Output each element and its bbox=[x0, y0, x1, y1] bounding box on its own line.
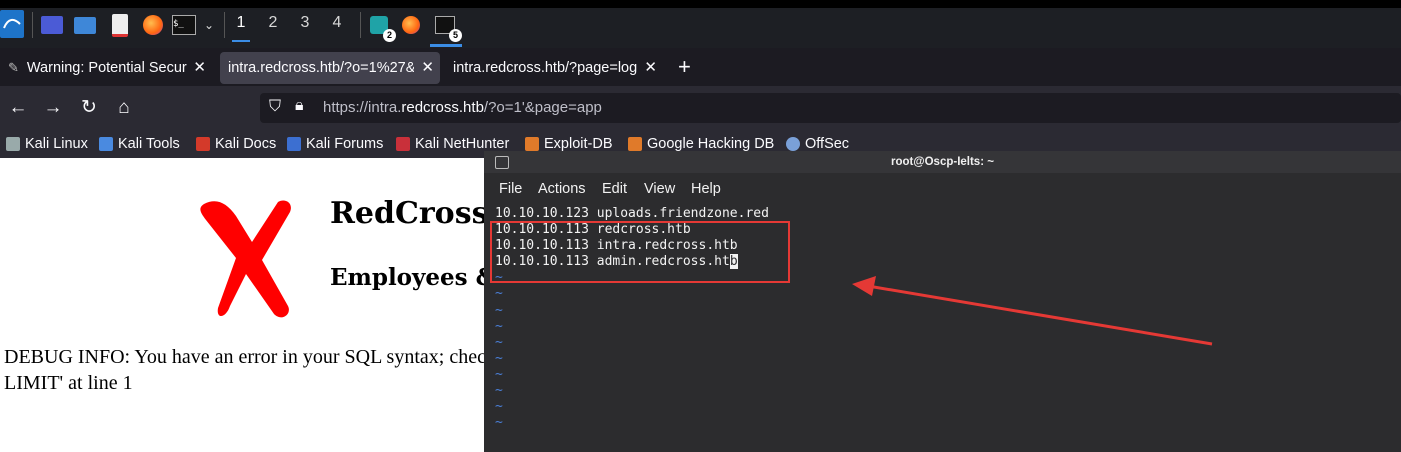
red-cross-logo bbox=[200, 200, 291, 318]
terminal-line: 10.10.10.123 uploads.friendzone.red bbox=[495, 206, 769, 221]
bookmark-label: OffSec bbox=[805, 136, 850, 152]
reload-button[interactable]: ↻ bbox=[77, 96, 101, 120]
annotation-arrow bbox=[852, 276, 1213, 346]
vim-empty-line-marker: ~ bbox=[495, 318, 503, 334]
exploit-db-icon bbox=[525, 137, 539, 151]
text-editor-icon[interactable] bbox=[107, 12, 133, 38]
menu-help[interactable]: Help bbox=[691, 181, 721, 197]
vim-empty-line-marker: ~ bbox=[495, 334, 503, 350]
annotation-highlight-box bbox=[490, 221, 790, 283]
kali-tools-icon bbox=[99, 137, 113, 151]
workspace-2[interactable]: 2 bbox=[262, 14, 284, 38]
window-count-badge: 5 bbox=[449, 29, 462, 42]
new-tab-button[interactable]: + bbox=[678, 54, 691, 80]
bookmark-kali-linux[interactable]: Kali Linux bbox=[6, 135, 88, 153]
tab-label: intra.redcross.htb/?o=1%27& bbox=[228, 60, 414, 76]
bookmark-label: Exploit-DB bbox=[544, 136, 613, 152]
vim-empty-line-marker: ~ bbox=[495, 366, 503, 382]
terminal-window-icon bbox=[495, 156, 509, 169]
bookmark-kali-docs[interactable]: Kali Docs bbox=[196, 135, 276, 153]
shield-icon[interactable]: ⛉ bbox=[269, 98, 281, 116]
tab-label: Warning: Potential Security bbox=[26, 60, 187, 76]
menu-view[interactable]: View bbox=[644, 181, 675, 197]
vim-empty-line-marker: ~ bbox=[495, 415, 503, 431]
bookmark-label: Kali Tools bbox=[118, 136, 180, 152]
navigation-toolbar: ← → ↻ ⌂ ⛉ 🔒︎ https://intra.redcross.htb/… bbox=[0, 86, 1401, 130]
workspace-4[interactable]: 4 bbox=[326, 14, 348, 38]
kali-forums-icon bbox=[287, 137, 301, 151]
bookmark-kali-tools[interactable]: Kali Tools bbox=[99, 135, 180, 153]
url-domain: redcross.htb bbox=[401, 99, 484, 116]
workspace-1[interactable]: 1 bbox=[230, 14, 252, 42]
taskbar-top-strip bbox=[0, 0, 1401, 8]
vim-empty-line-marker: ~ bbox=[495, 286, 503, 302]
forward-button[interactable]: → bbox=[41, 96, 65, 120]
tab-intra-redcross-login[interactable]: intra.redcross.htb/?page=log ✕ bbox=[445, 52, 663, 84]
bookmark-kali-forums[interactable]: Kali Forums bbox=[287, 135, 383, 153]
chevron-down-icon[interactable]: ⌄ bbox=[196, 12, 222, 38]
kali-dragon-icon bbox=[6, 137, 20, 151]
file-manager-icon[interactable] bbox=[72, 12, 98, 38]
task-firefox-icon[interactable] bbox=[398, 12, 424, 38]
terminal-titlebar[interactable]: root@Oscp-Ielts: ~ bbox=[484, 151, 1401, 173]
desktop-icon[interactable] bbox=[39, 12, 65, 38]
tab-label: intra.redcross.htb/?page=log bbox=[453, 60, 638, 76]
taskbar: $_ ⌄ 1 2 3 4 2 5 bbox=[0, 0, 1401, 48]
active-task-indicator bbox=[430, 44, 462, 47]
bookmark-label: Kali NetHunter bbox=[415, 136, 510, 152]
taskbar-separator bbox=[224, 12, 225, 38]
taskbar-separator bbox=[32, 12, 33, 38]
bookmark-label: Kali Docs bbox=[215, 136, 277, 152]
firefox-icon[interactable] bbox=[140, 12, 166, 38]
terminal-menubar: File Actions Edit View Help bbox=[484, 177, 1401, 201]
tab-intra-redcross-active[interactable]: intra.redcross.htb/?o=1%27& ✕ bbox=[220, 52, 440, 84]
nethunter-icon bbox=[396, 137, 410, 151]
window-count-badge: 2 bbox=[383, 29, 396, 42]
workspace-3[interactable]: 3 bbox=[294, 14, 316, 38]
url-prefix: https://intra. bbox=[323, 99, 402, 116]
vim-empty-line-marker: ~ bbox=[495, 302, 503, 318]
terminal-title: root@Oscp-Ielts: ~ bbox=[891, 156, 994, 168]
bookmark-label: Kali Linux bbox=[25, 136, 88, 152]
close-tab-icon[interactable]: ✕ bbox=[421, 58, 434, 76]
vim-empty-line-marker: ~ bbox=[495, 383, 503, 399]
url-bar[interactable]: ⛉ 🔒︎ https://intra.redcross.htb/?o=1'&pa… bbox=[260, 93, 1401, 123]
tab-warning[interactable]: ✎ Warning: Potential Security ✕ bbox=[0, 52, 212, 84]
url-suffix: /?o=1'&page=app bbox=[483, 99, 602, 116]
terminal-icon[interactable]: $_ bbox=[171, 12, 197, 38]
bookmark-label: Google Hacking DB bbox=[647, 136, 775, 152]
menu-file[interactable]: File bbox=[499, 181, 522, 197]
bookmark-label: Kali Forums bbox=[306, 136, 384, 152]
menu-edit[interactable]: Edit bbox=[602, 181, 627, 197]
kali-menu-icon[interactable] bbox=[0, 10, 24, 38]
vim-empty-line-marker: ~ bbox=[495, 399, 503, 415]
url-text[interactable]: https://intra.redcross.htb/?o=1'&page=ap… bbox=[323, 99, 602, 116]
close-tab-icon[interactable]: ✕ bbox=[193, 58, 206, 76]
home-button[interactable]: ⌂ bbox=[112, 96, 136, 120]
warning-icon: ✎ bbox=[8, 60, 19, 75]
menu-actions[interactable]: Actions bbox=[538, 181, 586, 197]
back-button[interactable]: ← bbox=[6, 96, 30, 120]
browser-tab-bar: ✎ Warning: Potential Security ✕ intra.re… bbox=[0, 48, 1401, 86]
offsec-icon bbox=[786, 137, 800, 151]
ghdb-icon bbox=[628, 137, 642, 151]
task-app-icon[interactable]: 2 bbox=[366, 12, 396, 42]
close-tab-icon[interactable]: ✕ bbox=[644, 58, 657, 76]
lock-icon[interactable]: 🔒︎ bbox=[295, 97, 304, 115]
kali-docs-icon bbox=[196, 137, 210, 151]
task-terminal-icon[interactable]: 5 bbox=[432, 12, 462, 42]
vim-empty-line-marker: ~ bbox=[495, 350, 503, 366]
taskbar-separator bbox=[360, 12, 361, 38]
